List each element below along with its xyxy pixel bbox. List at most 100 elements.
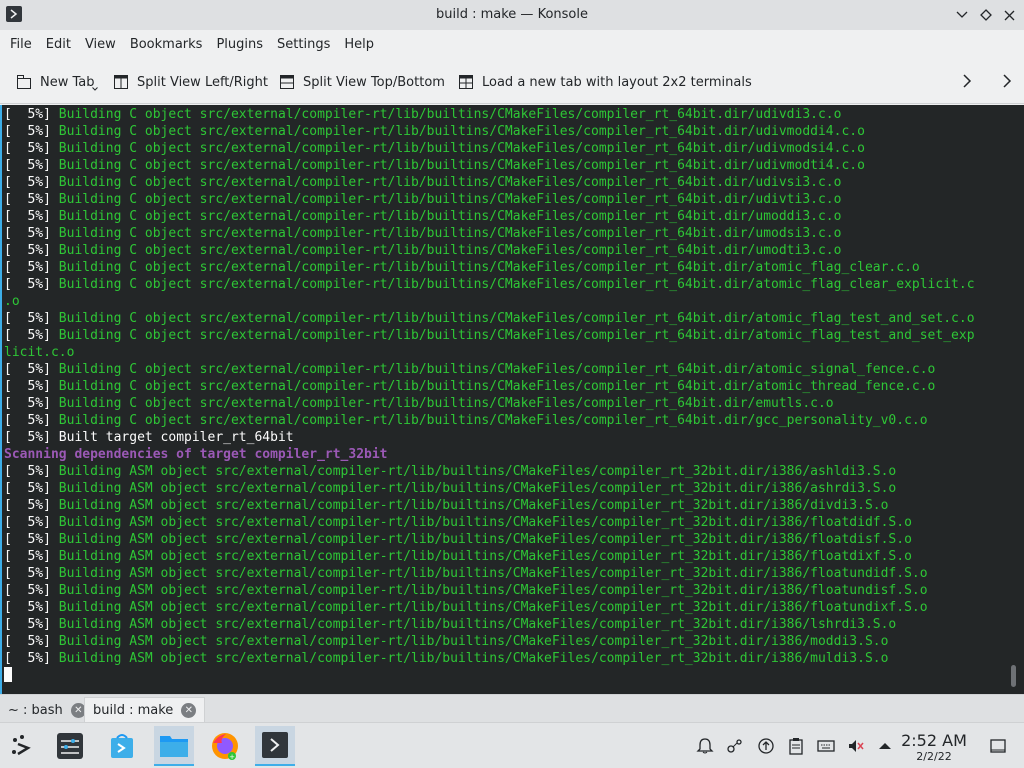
clock-time[interactable]: 2:52 AM xyxy=(896,731,972,750)
menu-bar: File Edit View Bookmarks Plugins Setting… xyxy=(0,30,1024,60)
chevron-right-icon[interactable] xyxy=(958,72,976,90)
clock-date[interactable]: 2/2/22 xyxy=(896,750,972,763)
line-text: Building C object src/external/compiler-… xyxy=(58,243,842,258)
diamond-icon xyxy=(980,9,992,21)
terminal-line: [ 5%] Building ASM object src/external/c… xyxy=(4,565,975,582)
line-text: Building ASM object src/external/compile… xyxy=(58,634,889,649)
konsole-icon[interactable] xyxy=(255,726,295,766)
line-text: Building ASM object src/external/compile… xyxy=(58,617,897,632)
menu-plugins[interactable]: Plugins xyxy=(209,30,270,60)
terminal-line: [ 5%] Built target compiler_rt_64bit xyxy=(4,429,975,446)
terminal-line: licit.c.o xyxy=(4,344,975,361)
progress-prefix: [ 5%] xyxy=(4,158,59,173)
progress-prefix: [ 5%] xyxy=(4,566,59,581)
line-text: Building C object src/external/compiler-… xyxy=(58,124,865,139)
line-text: Building C object src/external/compiler-… xyxy=(58,277,975,292)
terminal-view[interactable]: [ 5%] Building C object src/external/com… xyxy=(0,105,1024,694)
firefox-icon[interactable]: + xyxy=(205,726,245,766)
kde-connect-icon[interactable] xyxy=(726,737,744,755)
line-text: Building ASM object src/external/compile… xyxy=(58,549,912,564)
line-text: Building ASM object src/external/compile… xyxy=(58,515,912,530)
progress-prefix: [ 5%] xyxy=(4,600,59,615)
terminal-line: [ 5%] Building C object src/external/com… xyxy=(4,276,975,293)
tab-label: ~ : bash xyxy=(8,702,63,718)
terminal-line: [ 5%] Building C object src/external/com… xyxy=(4,378,975,395)
terminal-line: [ 5%] Building C object src/external/com… xyxy=(4,310,975,327)
progress-prefix: [ 5%] xyxy=(4,107,59,122)
progress-prefix: [ 5%] xyxy=(4,617,59,632)
terminal-line: [ 5%] Building C object src/external/com… xyxy=(4,123,975,140)
progress-prefix: [ 5%] xyxy=(4,209,59,224)
terminal-line: .o xyxy=(4,293,975,310)
new-tab-label: New Tab xyxy=(40,74,95,90)
terminal-line: [ 5%] Building C object src/external/com… xyxy=(4,412,975,429)
show-desktop-icon[interactable] xyxy=(989,737,1007,755)
line-text: licit.c.o xyxy=(4,345,75,360)
tab-bash[interactable]: ~ : bash ✕ xyxy=(0,697,94,723)
terminal-output: [ 5%] Building C object src/external/com… xyxy=(4,106,975,667)
line-text: Building ASM object src/external/compile… xyxy=(58,498,889,513)
close-button[interactable] xyxy=(1000,6,1018,24)
split-left-right-button[interactable]: Split View Left/Right xyxy=(113,71,268,93)
notifications-icon[interactable] xyxy=(696,737,714,755)
system-settings-icon[interactable] xyxy=(50,726,90,766)
terminal-line: [ 5%] Building C object src/external/com… xyxy=(4,327,975,344)
terminal-line: [ 5%] Building ASM object src/external/c… xyxy=(4,497,975,514)
overflow-chevron-icon[interactable] xyxy=(998,72,1016,90)
menu-bookmarks[interactable]: Bookmarks xyxy=(123,30,210,60)
terminal-line: [ 5%] Building C object src/external/com… xyxy=(4,361,975,378)
line-text: Building C object src/external/compiler-… xyxy=(58,107,842,122)
menu-settings[interactable]: Settings xyxy=(270,30,337,60)
progress-prefix: [ 5%] xyxy=(4,260,59,275)
terminal-line: [ 5%] Building ASM object src/external/c… xyxy=(4,531,975,548)
progress-prefix: [ 5%] xyxy=(4,379,59,394)
menu-view[interactable]: View xyxy=(78,30,123,60)
file-manager-icon[interactable] xyxy=(154,726,194,766)
terminal-scrollbar[interactable] xyxy=(1011,665,1016,687)
tab-build-make[interactable]: build : make ✕ xyxy=(84,697,206,723)
svg-text:+: + xyxy=(229,753,235,761)
menu-file[interactable]: File xyxy=(3,30,39,60)
progress-prefix: [ 5%] xyxy=(4,413,59,428)
terminal-line: [ 5%] Building C object src/external/com… xyxy=(4,395,975,412)
progress-prefix: [ 5%] xyxy=(4,226,59,241)
progress-prefix: [ 5%] xyxy=(4,192,59,207)
terminal-line: [ 5%] Building C object src/external/com… xyxy=(4,225,975,242)
dropdown-arrow-icon xyxy=(92,87,98,91)
terminal-line: [ 5%] Building ASM object src/external/c… xyxy=(4,633,975,650)
progress-prefix: [ 5%] xyxy=(4,430,59,445)
terminal-line: [ 5%] Building ASM object src/external/c… xyxy=(4,480,975,497)
progress-prefix: [ 5%] xyxy=(4,328,59,343)
clipboard-icon[interactable] xyxy=(787,737,805,755)
expand-tray-icon[interactable] xyxy=(876,737,894,755)
main-toolbar: New Tab Split View Left/Right Split View… xyxy=(0,60,1024,104)
line-text: Building C object src/external/compiler-… xyxy=(58,260,920,275)
line-text: Building C object src/external/compiler-… xyxy=(58,362,936,377)
keyboard-layout-icon[interactable] xyxy=(817,737,835,755)
menu-edit[interactable]: Edit xyxy=(39,30,78,60)
line-text: Building C object src/external/compiler-… xyxy=(58,209,842,224)
split-top-bottom-button[interactable]: Split View Top/Bottom xyxy=(279,71,445,93)
application-launcher-icon[interactable] xyxy=(2,726,42,766)
volume-muted-icon[interactable] xyxy=(847,737,865,755)
line-text: Building C object src/external/compiler-… xyxy=(58,158,865,173)
menu-help[interactable]: Help xyxy=(337,30,381,60)
new-tab-icon xyxy=(16,74,32,90)
discover-icon[interactable] xyxy=(102,726,142,766)
load-layout-button[interactable]: Load a new tab with layout 2x2 terminals xyxy=(458,71,752,93)
progress-prefix: [ 5%] xyxy=(4,175,59,190)
close-tab-icon[interactable]: ✕ xyxy=(181,703,197,718)
maximize-button[interactable] xyxy=(977,6,995,24)
close-icon xyxy=(1004,10,1014,20)
updates-icon[interactable] xyxy=(757,737,775,755)
minimize-button[interactable] xyxy=(953,6,971,24)
chevron-down-icon xyxy=(956,11,968,18)
line-text: .o xyxy=(4,294,20,309)
new-tab-button[interactable]: New Tab xyxy=(16,71,98,93)
line-text: Building C object src/external/compiler-… xyxy=(58,192,842,207)
load-layout-label: Load a new tab with layout 2x2 terminals xyxy=(482,74,752,90)
line-text: Building ASM object src/external/compile… xyxy=(58,651,889,666)
progress-prefix: [ 5%] xyxy=(4,481,59,496)
taskbar: + 2:52 AM 2/2/22 xyxy=(0,722,1024,768)
line-text: Building C object src/external/compiler-… xyxy=(58,175,842,190)
